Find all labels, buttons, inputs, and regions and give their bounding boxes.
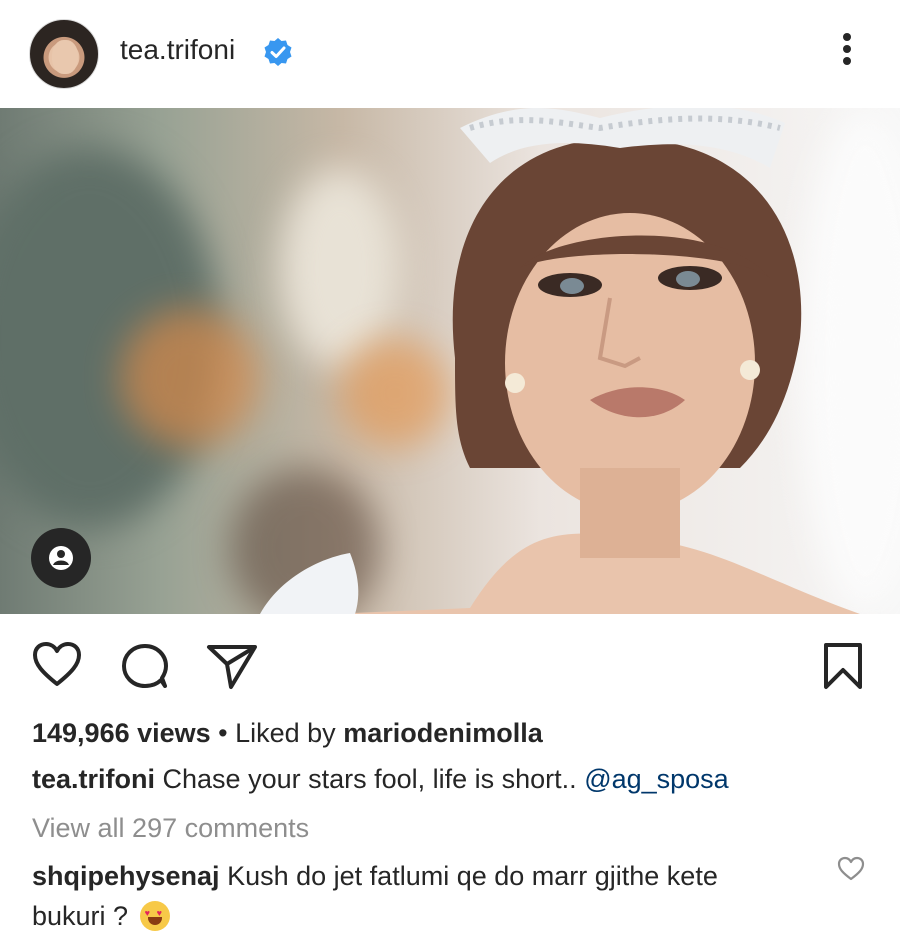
caption-mention[interactable]: @ag_sposa	[584, 764, 729, 794]
post-header: tea.trifoni	[0, 0, 900, 108]
verified-badge-icon	[264, 38, 292, 66]
post-username[interactable]: tea.trifoni	[120, 34, 235, 66]
comment-button[interactable]	[120, 642, 170, 690]
views-and-likes: 149,966 views • Liked by mariodenimolla	[32, 718, 543, 749]
liked-by-username[interactable]: mariodenimolla	[343, 718, 543, 748]
avatar[interactable]	[29, 19, 99, 89]
comment-username[interactable]: shqipehysenaj	[32, 861, 220, 891]
caption-username[interactable]: tea.trifoni	[32, 764, 155, 794]
caption-text: Chase your stars fool, life is short..	[155, 764, 585, 794]
post-image[interactable]	[0, 108, 900, 614]
heart-icon	[33, 642, 81, 686]
heart-icon	[837, 856, 865, 881]
comment-item: shqipehysenaj Kush do jet fatlumi qe do …	[32, 856, 792, 936]
user-tag-icon	[49, 546, 73, 570]
save-button[interactable]	[822, 642, 864, 690]
bookmark-icon	[824, 643, 862, 689]
heart-eyes-emoji-icon: ♥ ♥	[139, 901, 170, 931]
post-actions	[0, 620, 900, 710]
user-tag-button[interactable]	[31, 528, 91, 588]
bride-portrait	[260, 108, 860, 614]
comment-like-button[interactable]	[837, 856, 865, 882]
liked-by-label: • Liked by	[210, 718, 344, 748]
share-icon	[207, 645, 257, 689]
more-options-icon[interactable]	[834, 33, 860, 73]
share-button[interactable]	[205, 642, 259, 690]
like-button[interactable]	[32, 642, 82, 688]
view-all-comments-link[interactable]: View all 297 comments	[32, 813, 309, 844]
views-count[interactable]: 149,966 views	[32, 718, 211, 748]
caption: tea.trifoni Chase your stars fool, life …	[32, 764, 729, 795]
comment-icon	[122, 644, 168, 688]
